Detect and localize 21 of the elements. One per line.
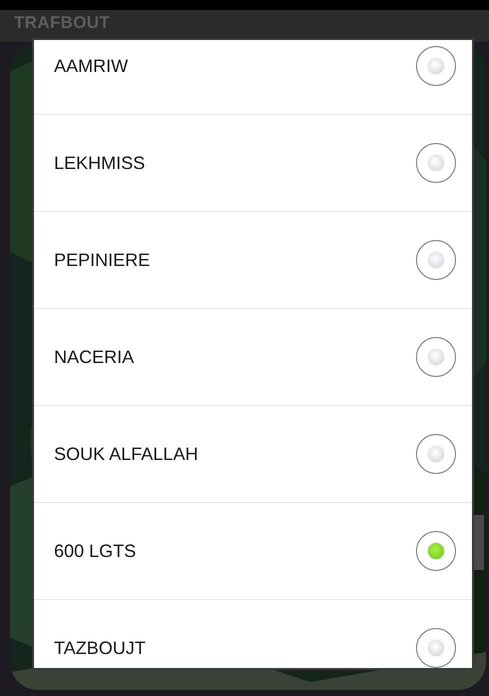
option-row[interactable]: AAMRIW [34,40,472,115]
option-row[interactable]: PEPINIERE [34,212,472,309]
radio-button[interactable] [416,434,456,474]
option-label: NACERIA [54,346,134,368]
radio-button[interactable] [416,46,456,86]
radio-button[interactable] [416,531,456,571]
radio-button[interactable] [416,240,456,280]
radio-button[interactable] [416,628,456,668]
radio-button[interactable] [416,143,456,183]
option-row[interactable]: LEKHMISS [34,115,472,212]
option-row[interactable]: NACERIA [34,309,472,406]
radio-button[interactable] [416,337,456,377]
option-label: PEPINIERE [54,250,150,270]
option-row[interactable]: TAZBOUJT [34,600,472,668]
option-label: AAMRIW [54,56,128,76]
option-label: TAZBOUJT [54,638,146,658]
option-label: 600 LGTS [54,540,136,562]
option-row[interactable]: 600 LGTS [34,503,472,600]
option-label: SOUK ALFALLAH [54,444,198,464]
option-label: LEKHMISS [54,152,146,174]
option-row[interactable]: SOUK ALFALLAH [34,406,472,503]
